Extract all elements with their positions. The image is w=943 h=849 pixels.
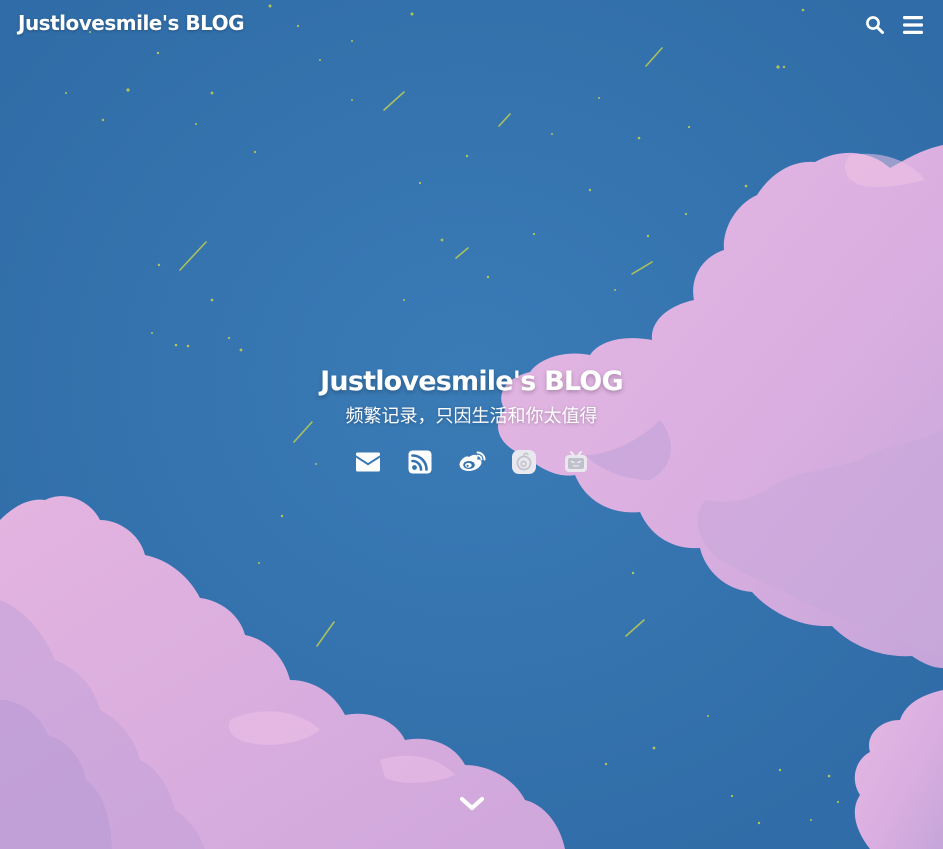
bilibili-icon[interactable] [562,448,590,476]
social-links [0,448,943,476]
site-subtitle: 频繁记录，只因生活和你太值得 [345,406,598,427]
hero-section: Justlovesmile's BLOG 频繁记录，只因生活和你太值得 [0,362,943,476]
rss-icon[interactable] [406,448,434,476]
menu-icon[interactable] [901,13,925,37]
top-navbar: Justlovesmile's BLOG [0,0,943,50]
top-icons [863,13,925,37]
site-title: Justlovesmile's BLOG [320,366,623,397]
netease-music-icon[interactable] [510,448,538,476]
chevron-down-icon[interactable] [458,790,486,818]
email-icon[interactable] [354,448,382,476]
search-icon[interactable] [863,13,887,37]
weibo-icon[interactable] [458,448,486,476]
site-name-link[interactable]: Justlovesmile's BLOG [18,11,245,35]
